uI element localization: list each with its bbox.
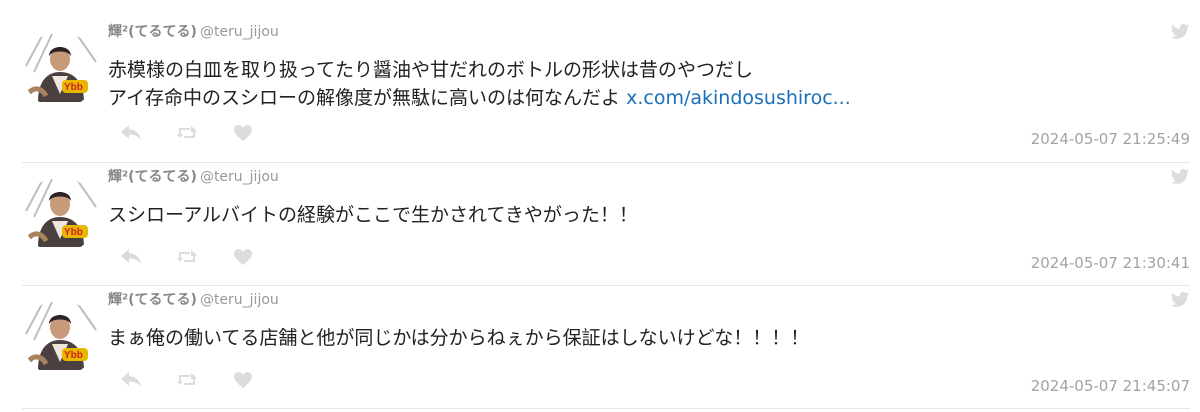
- avatar[interactable]: Ybb: [22, 300, 98, 376]
- display-name[interactable]: 輝²(てるてる): [108, 169, 197, 185]
- retweet-icon[interactable]: [176, 247, 198, 267]
- tweet-text-segment: アイ存命中のスシローの解像度が無駄に高いのは何なんだよ: [108, 87, 627, 109]
- twitter-bird-icon[interactable]: [1170, 167, 1190, 187]
- user-handle[interactable]: @teru_jijou: [200, 169, 279, 185]
- retweet-icon[interactable]: [176, 370, 198, 390]
- tweet-text: まぁ俺の働いてる店舗と他が同じかは分からねぇから保証はしないけどな！！！！: [108, 324, 809, 352]
- svg-text:Ybb: Ybb: [64, 227, 83, 238]
- svg-text:Ybb: Ybb: [64, 350, 83, 361]
- divider: [22, 408, 1190, 409]
- tweet-text: スシローアルバイトの経験がここで生かされてきやがった！！: [108, 201, 638, 229]
- reply-icon[interactable]: [120, 247, 142, 267]
- tweet-text-line: スシローアルバイトの経験がここで生かされてきやがった！！: [108, 204, 638, 226]
- twitter-bird-icon[interactable]: [1170, 290, 1190, 310]
- tweet-actions: [120, 370, 288, 390]
- user-handle[interactable]: @teru_jijou: [200, 24, 279, 40]
- display-name[interactable]: 輝²(てるてる): [108, 24, 197, 40]
- timestamp[interactable]: 2024-05-07 21:45:07: [1031, 377, 1190, 395]
- tweet-actions: [120, 247, 288, 267]
- tweet-header: 輝²(てるてる) @teru_jijou: [108, 166, 279, 188]
- tweet-text: 赤模様の白皿を取り扱ってたり醤油や甘だれのボトルの形状は昔のやつだし アイ存命中…: [108, 56, 851, 112]
- timestamp[interactable]: 2024-05-07 21:25:49: [1031, 130, 1190, 148]
- like-icon[interactable]: [232, 123, 254, 143]
- like-icon[interactable]: [232, 370, 254, 390]
- timestamp[interactable]: 2024-05-07 21:30:41: [1031, 254, 1190, 272]
- user-handle[interactable]: @teru_jijou: [200, 292, 279, 308]
- tweet-text-line: アイ存命中のスシローの解像度が無駄に高いのは何なんだよ x.com/akindo…: [108, 84, 851, 112]
- tweet-text-line: 赤模様の白皿を取り扱ってたり醤油や甘だれのボトルの形状は昔のやつだし: [108, 59, 754, 81]
- tweet-card: Ybb 輝²(てるてる) @teru_jijou 赤模様の白皿を取り扱ってたり醤油…: [22, 18, 1190, 148]
- tweet-header: 輝²(てるてる) @teru_jijou: [108, 21, 279, 43]
- tweet-link[interactable]: x.com/akindosushiroc...: [626, 87, 851, 109]
- retweet-icon[interactable]: [176, 123, 198, 143]
- svg-text:Ybb: Ybb: [64, 82, 83, 93]
- display-name[interactable]: 輝²(てるてる): [108, 292, 197, 308]
- avatar[interactable]: Ybb: [22, 177, 98, 253]
- tweet-feed: Ybb 輝²(てるてる) @teru_jijou 赤模様の白皿を取り扱ってたり醤油…: [0, 0, 1200, 412]
- tweet-header: 輝²(てるてる) @teru_jijou: [108, 289, 279, 311]
- reply-icon[interactable]: [120, 370, 142, 390]
- tweet-actions: [120, 123, 288, 143]
- avatar[interactable]: Ybb: [22, 32, 98, 108]
- like-icon[interactable]: [232, 247, 254, 267]
- reply-icon[interactable]: [120, 123, 142, 143]
- tweet-card: Ybb 輝²(てるてる) @teru_jijou まぁ俺の働いてる店舗と他が同じか…: [22, 286, 1190, 409]
- twitter-bird-icon[interactable]: [1170, 22, 1190, 42]
- tweet-text-line: まぁ俺の働いてる店舗と他が同じかは分からねぇから保証はしないけどな！！！！: [108, 327, 810, 349]
- tweet-card: Ybb 輝²(てるてる) @teru_jijou スシローアルバイトの経験がここで…: [22, 163, 1190, 286]
